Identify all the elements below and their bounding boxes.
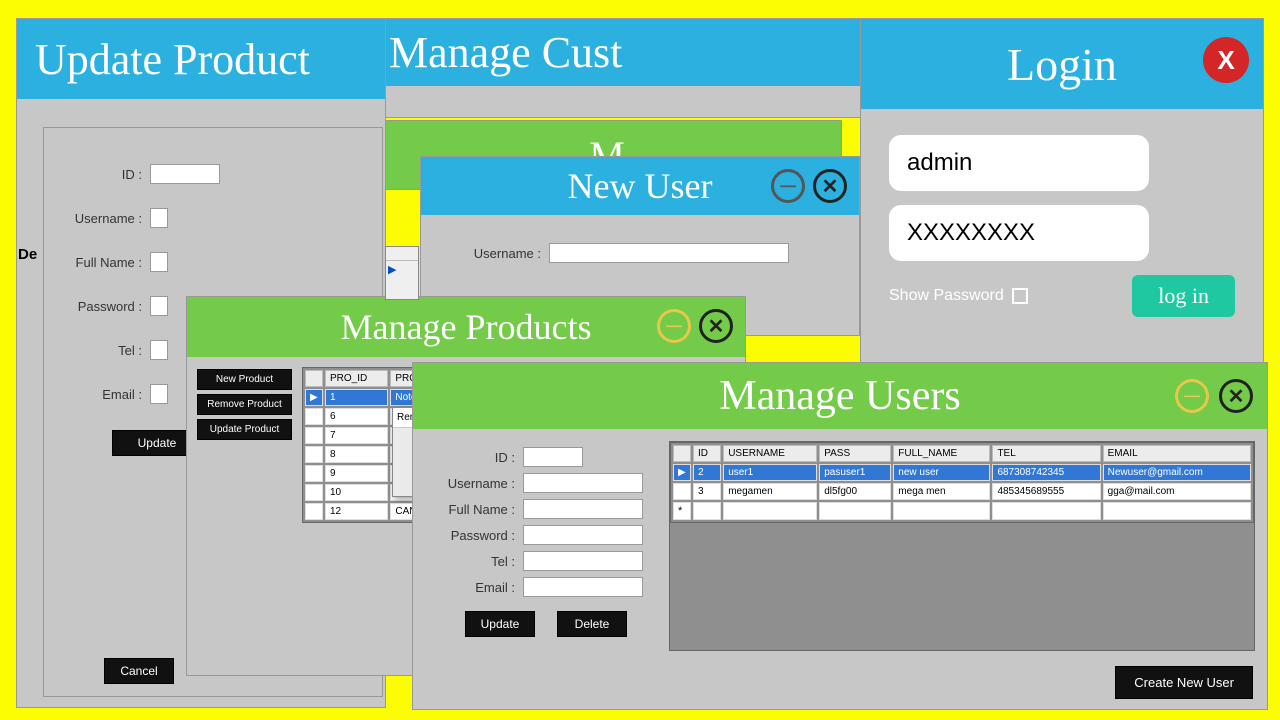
email-input[interactable]: [150, 384, 168, 404]
show-password-checkbox[interactable]: [1012, 288, 1028, 304]
new-user-username-input[interactable]: [549, 243, 789, 263]
mu-fullname-input[interactable]: [523, 499, 643, 519]
mu-username-input[interactable]: [523, 473, 643, 493]
mu-id-input[interactable]: [523, 447, 583, 467]
mu-email-label: Email :: [425, 580, 515, 595]
fullname-label: Full Name :: [52, 255, 142, 270]
mu-password-input[interactable]: [523, 525, 643, 545]
cancel-button[interactable]: Cancel: [104, 658, 174, 684]
mini-grid: ▶: [385, 246, 419, 300]
new-user-close-icon[interactable]: ✕: [813, 169, 847, 203]
login-username-input[interactable]: admin: [889, 135, 1149, 191]
mu-id-label: ID :: [425, 450, 515, 465]
password-input[interactable]: [150, 296, 168, 316]
tel-input[interactable]: [150, 340, 168, 360]
id-label: ID :: [52, 167, 142, 182]
mu-fullname-label: Full Name :: [425, 502, 515, 517]
remove-product-button[interactable]: Remove Product: [197, 394, 292, 415]
mu-username-label: Username :: [425, 476, 515, 491]
mu-tel-label: Tel :: [425, 554, 515, 569]
manage-products-close-icon[interactable]: ✕: [699, 309, 733, 343]
new-user-username-label: Username :: [441, 246, 541, 261]
password-label: Password :: [52, 299, 142, 314]
update-product-button2[interactable]: Update Product: [197, 419, 292, 440]
tel-label: Tel :: [52, 343, 142, 358]
login-button[interactable]: log in: [1132, 275, 1235, 317]
id-input[interactable]: [150, 164, 220, 184]
manage-users-minimize-icon[interactable]: ─: [1175, 379, 1209, 413]
col-proid: PRO_ID: [325, 370, 388, 387]
update-product-title: Update Product: [17, 19, 385, 99]
manage-users-window: Manage Users ─ ✕ ID : Username : Full Na…: [412, 362, 1268, 710]
username-label: Username :: [52, 211, 142, 226]
manage-customers-window: Manage Cust: [370, 18, 930, 118]
login-window: Login X admin XXXXXXXX Show Password log…: [860, 18, 1264, 368]
manage-users-close-icon[interactable]: ✕: [1219, 379, 1253, 413]
users-table-wrap: IDUSERNAMEPASSFULL_NAMETELEMAIL ▶2user1p…: [669, 441, 1255, 651]
mu-delete-button[interactable]: Delete: [557, 611, 627, 637]
users-table[interactable]: IDUSERNAMEPASSFULL_NAMETELEMAIL ▶2user1p…: [670, 442, 1254, 523]
new-product-button[interactable]: New Product: [197, 369, 292, 390]
user-form: ID : Username : Full Name : Password : T…: [425, 441, 655, 651]
mu-password-label: Password :: [425, 528, 515, 543]
manage-products-minimize-icon[interactable]: ─: [657, 309, 691, 343]
de-label: De: [18, 246, 37, 263]
mu-tel-input[interactable]: [523, 551, 643, 571]
login-password-input[interactable]: XXXXXXXX: [889, 205, 1149, 261]
create-new-user-button[interactable]: Create New User: [1115, 666, 1253, 699]
product-actions: New Product Remove Product Update Produc…: [197, 367, 292, 523]
fullname-input[interactable]: [150, 252, 168, 272]
new-user-minimize-icon[interactable]: ─: [771, 169, 805, 203]
mu-email-input[interactable]: [523, 577, 643, 597]
show-password-label: Show Password: [889, 287, 1004, 305]
email-label: Email :: [52, 387, 142, 402]
login-close-icon[interactable]: X: [1203, 37, 1249, 83]
mu-update-button[interactable]: Update: [465, 611, 535, 637]
manage-users-title: Manage Users: [413, 363, 1267, 429]
username-input[interactable]: [150, 208, 168, 228]
manage-customers-title: Manage Cust: [371, 19, 929, 86]
